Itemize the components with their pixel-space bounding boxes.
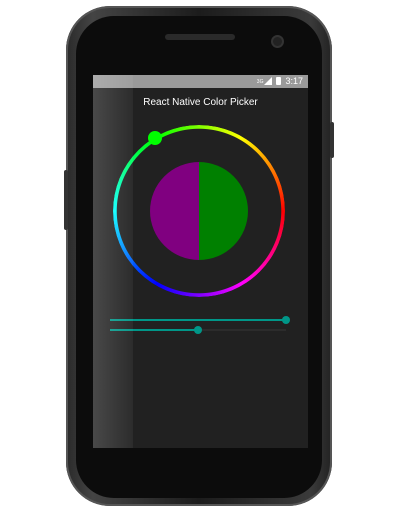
slider-fill <box>110 319 286 321</box>
screen: 3G 3:17 React Native Color Picker <box>93 75 308 448</box>
slider-thumb[interactable] <box>194 326 202 334</box>
color-picker[interactable] <box>93 75 308 448</box>
slider-fill <box>110 329 198 331</box>
camera-icon <box>271 35 284 48</box>
slider-2[interactable] <box>110 325 290 335</box>
earpiece <box>165 34 235 40</box>
power-button <box>330 122 334 158</box>
slider-thumb[interactable] <box>282 316 290 324</box>
volume-button <box>64 170 68 230</box>
slider-1[interactable] <box>110 315 290 325</box>
hue-thumb[interactable] <box>148 131 162 145</box>
